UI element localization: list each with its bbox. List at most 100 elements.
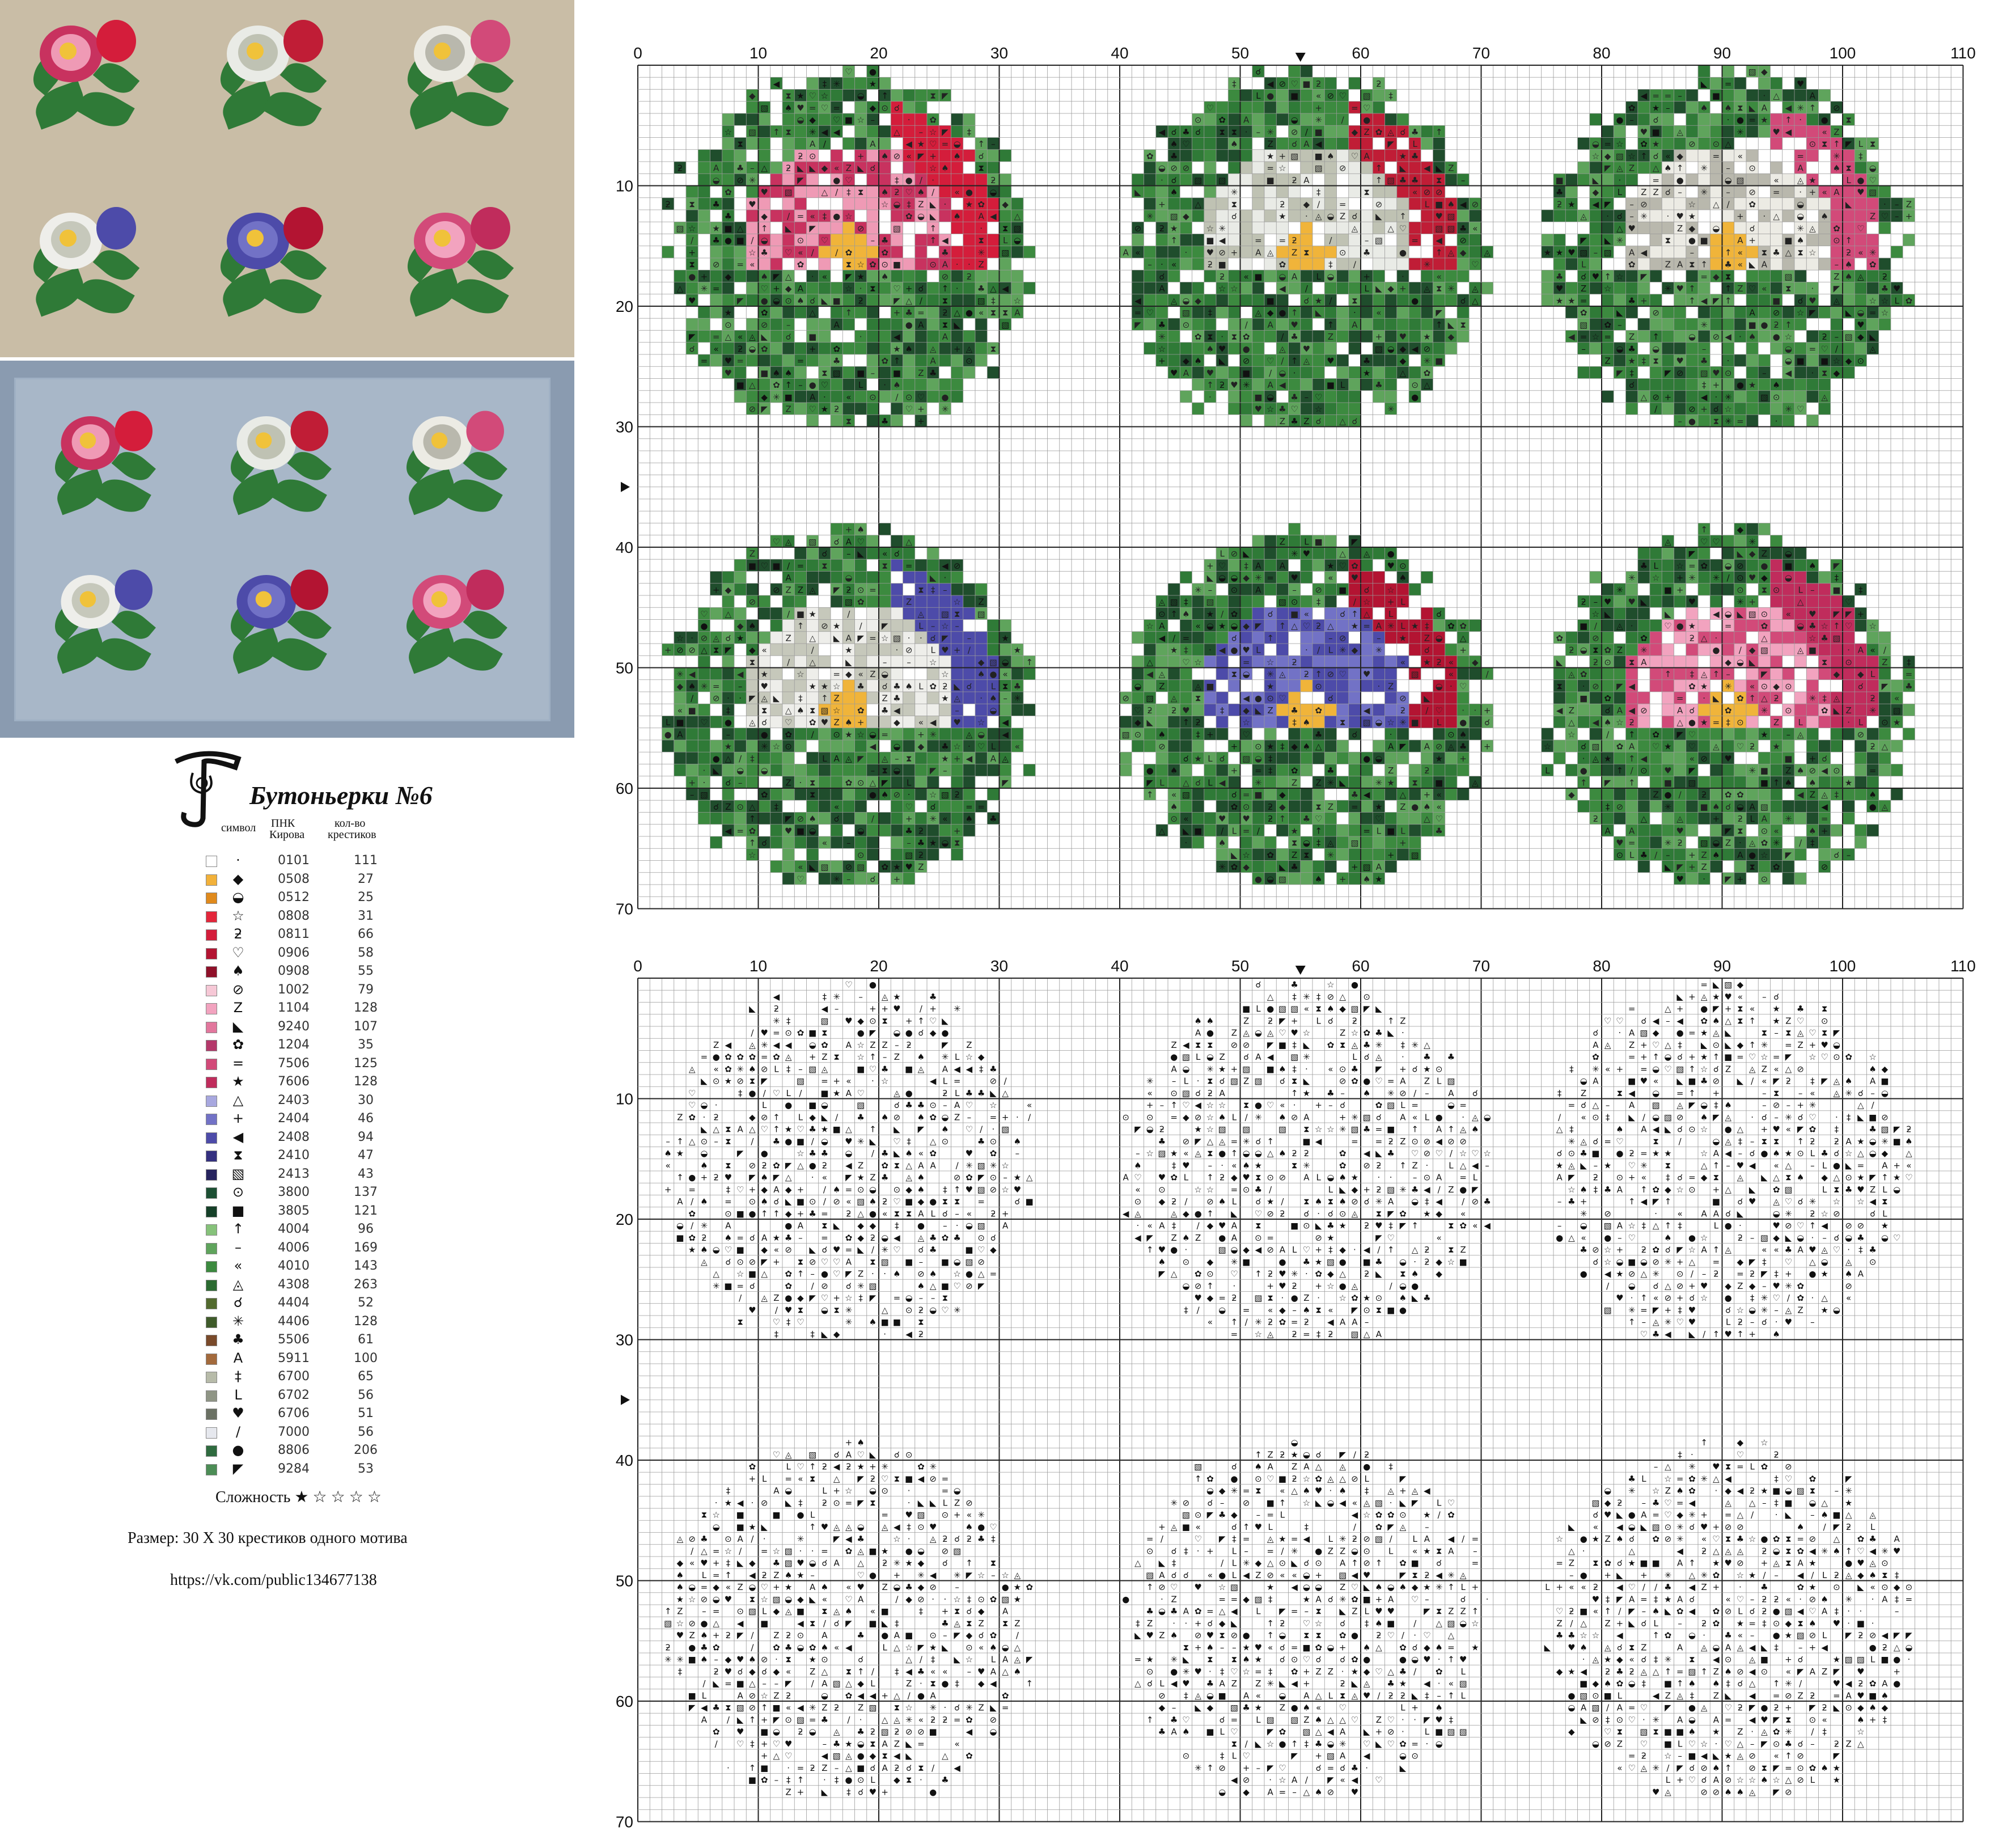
stitch-cell (1843, 366, 1855, 379)
stitch-cell (1637, 547, 1650, 560)
stitch-symbol: ↑ (1725, 295, 1732, 306)
stitch-cell (1396, 318, 1409, 331)
stitch-symbol: ♡ (1820, 344, 1828, 354)
stitch-symbol: ⊘ (1773, 308, 1780, 318)
stitch-cell (1011, 282, 1023, 294)
stitch-cell (866, 415, 879, 427)
stitch-cell (1396, 848, 1409, 861)
stitch-cell (951, 583, 963, 595)
stitch-symbol: ⊘ (749, 404, 756, 415)
stitch-cell (831, 149, 843, 162)
stitch-cell (746, 704, 759, 716)
stitch-cell (914, 258, 927, 270)
stitch-symbol: = (797, 212, 805, 222)
header-pnk: ПНК (271, 817, 295, 830)
difficulty-rating: ★ ☆ ☆ ☆ ☆ (294, 1488, 382, 1506)
letter-l-icon: L (234, 1386, 242, 1403)
stitch-cell (951, 125, 963, 138)
stitch-symbol: ✿ (1869, 260, 1877, 270)
stitch-cell (746, 137, 759, 150)
stitch-symbol: ↑ (1291, 356, 1298, 366)
stitch-cell (1336, 306, 1349, 319)
stitch-cell (1373, 547, 1385, 560)
stitch-symbol: ☌ (1352, 212, 1357, 222)
stitch-symbol: ☌ (1159, 272, 1165, 282)
stitch-cell (1782, 174, 1794, 186)
stitch-symbol: ◆ (1460, 247, 1467, 257)
stitch-symbol: ⧗ (1785, 284, 1792, 294)
stitch-symbol: = (1652, 91, 1659, 101)
stitch-cell (1396, 185, 1409, 198)
stitch-cell (1806, 704, 1819, 716)
stitch-cell (1288, 185, 1301, 198)
stitch-cell (1023, 282, 1036, 294)
color-swatch (206, 1298, 217, 1309)
stitch-symbol: = (1773, 187, 1780, 197)
stitch-symbol: ◒ (1158, 163, 1166, 174)
stitch-symbol: ⧗ (1219, 127, 1225, 137)
stitch-symbol: Z (1629, 163, 1635, 174)
stitch-cell (831, 824, 843, 836)
stitch-count: 121 (354, 1203, 378, 1218)
stitch-cell (1144, 282, 1156, 294)
stitch-cell (951, 354, 963, 367)
stitch-cell (939, 656, 951, 668)
stitch-symbol: ✳ (1833, 151, 1840, 161)
stitch-symbol: ☆ (821, 91, 828, 101)
stitch-cell (1662, 330, 1674, 342)
stitch-cell (842, 89, 855, 102)
stitch-cell (758, 125, 770, 138)
stitch-cell (1348, 692, 1361, 704)
stitch-cell (1168, 270, 1180, 282)
stitch-cell (1384, 390, 1397, 403)
stitch-cell (1348, 174, 1361, 186)
stitch-cell (1843, 282, 1855, 294)
stitch-cell (722, 679, 734, 692)
page-title: Бутоньерки №6 (249, 781, 433, 810)
stitch-cell (1698, 197, 1710, 210)
stitch-symbol: – (1702, 344, 1707, 354)
stitch-symbol: « (1412, 187, 1417, 197)
stitch-symbol: = (1797, 151, 1804, 161)
stitch-symbol: ‡ (823, 212, 827, 222)
stitch-cell (1843, 222, 1855, 234)
stitch-cell (1348, 137, 1361, 150)
stitch-cell (1602, 390, 1614, 403)
stitch-cell (1324, 595, 1337, 608)
stitch-cell (1168, 667, 1180, 680)
petal (255, 591, 272, 607)
stitch-cell (1373, 667, 1385, 680)
stitch-cell (734, 812, 747, 824)
stitch-cell (1361, 294, 1373, 306)
stitch-symbol: ☌ (786, 332, 791, 342)
stitch-cell (1674, 752, 1686, 764)
stitch-cell (794, 728, 807, 740)
stitch-cell (1288, 535, 1301, 547)
stitch-symbol: ⊘ (1472, 199, 1479, 209)
stitch-cell (1818, 776, 1831, 788)
stitch-cell (1843, 149, 1855, 162)
stitch-cell (1602, 222, 1614, 234)
stitch-cell (722, 149, 734, 162)
stitch-symbol: ● (905, 175, 913, 185)
stitch-cell (939, 728, 951, 740)
difficulty-label: Сложность (215, 1488, 291, 1506)
stitch-symbol: ♣ (1363, 356, 1370, 366)
stitch-symbol: ✳ (833, 79, 840, 89)
stitch-cell (891, 403, 903, 415)
stitch-cell (1144, 294, 1156, 306)
stitch-symbol: ♥ (1676, 356, 1683, 366)
stitch-count: 96 (358, 1222, 374, 1236)
color-swatch (206, 984, 217, 996)
stitch-cell (818, 788, 831, 801)
stitch-cell (710, 740, 722, 752)
stitch-symbol: Z (846, 163, 852, 174)
stitch-cell (1662, 113, 1674, 126)
petal (466, 569, 504, 610)
stitch-count: 79 (358, 982, 374, 997)
stitch-symbol: ■ (785, 392, 793, 402)
stitch-symbol: = (1279, 235, 1286, 246)
stitch-cell (1686, 318, 1698, 331)
stitch-cell (1698, 125, 1710, 138)
stitch-cell (1818, 716, 1831, 728)
